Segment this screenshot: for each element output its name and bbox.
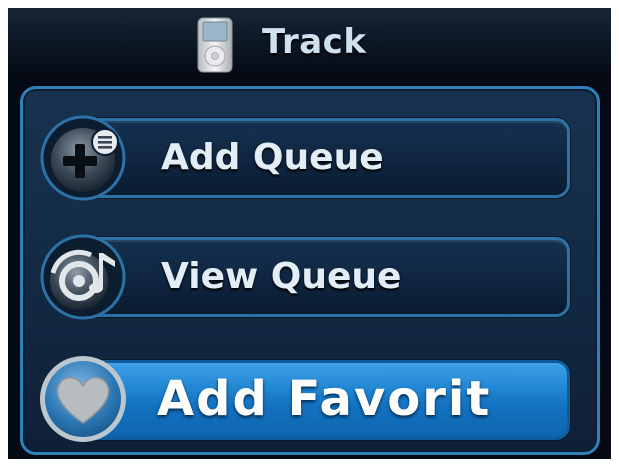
add-favorit-button[interactable]: Add Favorit (80, 360, 570, 440)
view-queue-label: View Queue (161, 256, 402, 297)
add-queue-button[interactable]: Add Queue (80, 118, 570, 198)
menu-panel: Add Queue View Queue Add Favorit (20, 86, 600, 455)
add-queue-icon (39, 114, 127, 202)
heart-icon (37, 353, 126, 442)
view-queue-icon (39, 233, 127, 321)
device-screen: Track Add Queue View Queue Add Favorit (8, 8, 611, 459)
add-queue-label: Add Queue (161, 137, 384, 178)
ipod-icon (196, 17, 234, 73)
view-queue-button[interactable]: View Queue (80, 237, 570, 317)
add-favorit-label: Add Favorit (157, 371, 492, 427)
title-bar: Track (8, 8, 611, 80)
page-title: Track (262, 22, 367, 62)
